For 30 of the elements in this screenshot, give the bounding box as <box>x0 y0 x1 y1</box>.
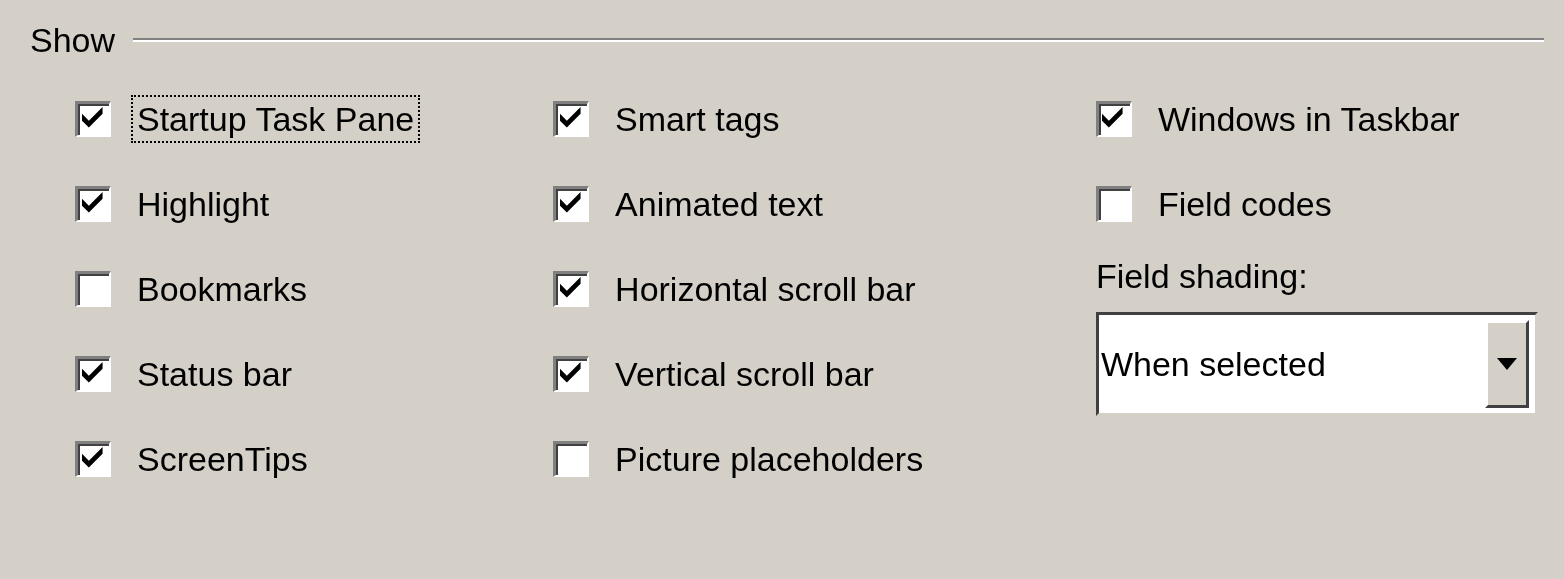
dropdown[interactable]: When selected <box>1095 312 1538 416</box>
checkbox-label: Horizontal scroll bar <box>614 268 917 310</box>
checkbox[interactable] <box>1095 185 1132 222</box>
checkbox-label: Smart tags <box>614 98 781 140</box>
checkbox-label: Startup Task Pane <box>133 96 419 141</box>
checkbox[interactable] <box>75 270 111 307</box>
checkbox[interactable] <box>553 355 590 392</box>
checkbox-label: Vertical scroll bar <box>614 353 875 395</box>
checkbox[interactable] <box>553 440 590 477</box>
dropdown-value: When selected <box>1099 343 1327 385</box>
checkbox-label: Picture placeholders <box>614 438 925 480</box>
checkbox-label: Animated text <box>614 183 824 225</box>
checkbox[interactable] <box>75 185 111 222</box>
caret-icon <box>1496 358 1517 370</box>
field-label: Field shading: <box>1095 256 1309 297</box>
checkbox-label: ScreenTips <box>136 438 309 480</box>
checkbox[interactable] <box>553 270 590 307</box>
checkbox-label: Windows in Taskbar <box>1156 98 1461 140</box>
checkbox-label: Bookmarks <box>136 268 309 310</box>
group-title: Show <box>30 20 116 61</box>
checkbox[interactable] <box>75 100 111 137</box>
checkbox-label: Field codes <box>1156 183 1333 225</box>
dropdown-arrow-button[interactable] <box>1484 320 1529 408</box>
checkbox[interactable] <box>553 185 590 222</box>
checkbox-label: Highlight <box>136 183 271 225</box>
checkbox-label: Status bar <box>136 353 293 395</box>
checkbox[interactable] <box>1095 100 1132 137</box>
checkbox[interactable] <box>75 355 111 392</box>
checkbox[interactable] <box>553 100 590 137</box>
checkbox[interactable] <box>75 440 111 477</box>
